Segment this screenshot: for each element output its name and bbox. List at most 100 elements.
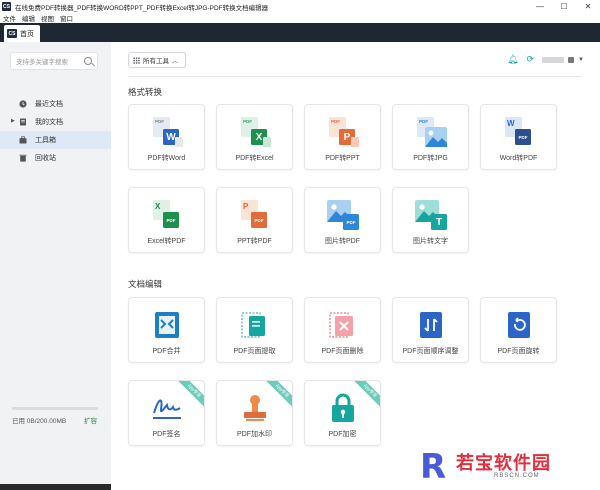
ppt-to-pdf-icon: P PDF xyxy=(237,198,273,232)
maximize-button[interactable]: ☐ xyxy=(552,0,576,13)
search-icon[interactable] xyxy=(84,57,92,65)
sidebar-item-trash[interactable]: 回收站 xyxy=(0,149,111,167)
close-button[interactable]: ✕ xyxy=(576,0,600,13)
all-tools-label: 所有工具 xyxy=(143,58,169,65)
sidebar-item-label: 我的文档 xyxy=(35,119,63,126)
sync-icon[interactable]: ⟳ xyxy=(527,54,535,65)
card-label: Excel转PDF xyxy=(147,238,186,245)
menu-view[interactable]: 视图 xyxy=(41,13,54,23)
lock-icon xyxy=(325,391,361,425)
image-to-text-icon: T xyxy=(413,198,449,232)
bottom-bar xyxy=(0,484,111,490)
toolbar-divider xyxy=(128,76,582,77)
cloud-status-icon[interactable] xyxy=(542,56,565,63)
tool-card-word-to-pdf[interactable]: W PDF Word转PDF xyxy=(480,104,557,170)
all-tools-dropdown[interactable]: 所有工具 ︿ xyxy=(128,52,186,68)
grid-icon xyxy=(133,56,140,64)
card-label: PDF签名 xyxy=(152,431,181,438)
pdf-to-jpg-icon: PDF xyxy=(413,115,449,149)
tool-card-pdf-encrypt[interactable]: App专享 PDF加密 xyxy=(304,380,381,446)
card-label: PDF转PPT xyxy=(325,155,360,162)
avatar[interactable] xyxy=(568,56,575,63)
tool-card-pdf-rotate[interactable]: PDF页面旋转 xyxy=(480,297,557,363)
tab-label: 首页 xyxy=(20,30,34,38)
card-label: PDF转JPG xyxy=(413,155,448,162)
sidebar-item-my-docs[interactable]: ▶ 我的文档 xyxy=(0,113,111,131)
card-label: PDF转Excel xyxy=(235,155,274,162)
app-logo: CS xyxy=(2,2,11,11)
menu-edit[interactable]: 编辑 xyxy=(22,13,35,23)
tool-card-pdf-merge[interactable]: PDF合并 xyxy=(128,297,205,363)
expand-caret-icon[interactable]: ▶ xyxy=(11,118,15,124)
menu-file[interactable]: 文件 xyxy=(3,13,16,23)
card-label: Word转PDF xyxy=(499,155,538,162)
bell-icon[interactable]: 🔔︎ xyxy=(507,54,518,65)
tool-card-image-to-text[interactable]: T 图片转文字 xyxy=(392,187,469,253)
tool-card-pdf-delete-page[interactable]: PDF页面删除 xyxy=(304,297,381,363)
card-label: PDF页面删除 xyxy=(321,348,364,355)
tool-card-image-to-pdf[interactable]: PDF 图片转PDF xyxy=(304,187,381,253)
tool-card-pdf-reorder[interactable]: PDF页面顺序调整 xyxy=(392,297,469,363)
tool-card-pdf-to-ppt[interactable]: PDF P PDF转PPT xyxy=(304,104,381,170)
tool-card-excel-to-pdf[interactable]: X PDF Excel转PDF xyxy=(128,187,205,253)
extract-icon xyxy=(237,308,273,342)
tool-card-pdf-to-word[interactable]: PDF W PDF转Word xyxy=(128,104,205,170)
expand-storage-link[interactable]: 扩容 xyxy=(84,415,97,425)
clock-icon xyxy=(19,100,27,108)
tool-card-pdf-to-excel[interactable]: PDF X PDF转Excel xyxy=(216,104,293,170)
tool-card-pdf-watermark[interactable]: App专享 PDF加水印 xyxy=(216,380,293,446)
storage-progress-bar xyxy=(12,407,98,410)
card-label: 图片转文字 xyxy=(413,238,448,245)
watermark-url: RBSCN.COM xyxy=(494,473,540,479)
search-placeholder: 支持多关键字搜索 xyxy=(16,59,68,66)
menu-window[interactable]: 窗口 xyxy=(60,13,73,23)
section-title-convert: 格式转换 xyxy=(128,87,163,97)
card-label: PDF加水印 xyxy=(237,431,272,438)
excel-to-pdf-icon: X PDF xyxy=(149,198,185,232)
delete-page-icon xyxy=(325,308,361,342)
pdf-to-ppt-icon: PDF P xyxy=(325,115,361,149)
chevron-down-icon[interactable]: ▼ xyxy=(578,57,584,63)
card-label: PDF页面顺序调整 xyxy=(402,348,459,355)
chevron-up-icon: ︿ xyxy=(172,58,179,65)
tool-card-pdf-extract[interactable]: PDF页面提取 xyxy=(216,297,293,363)
signature-icon xyxy=(149,391,185,425)
card-label: 图片转PDF xyxy=(325,238,360,245)
trash-icon xyxy=(19,154,27,162)
sidebar-item-label: 工具箱 xyxy=(35,137,56,144)
tool-card-pdf-to-jpg[interactable]: PDF PDF转JPG xyxy=(392,104,469,170)
sidebar-item-label: 回收站 xyxy=(35,155,56,162)
toolbar-icons: 🔔︎ ⟳ ▼ xyxy=(499,54,584,65)
tool-card-pdf-signature[interactable]: App专享 PDF签名 xyxy=(128,380,205,446)
sidebar-item-toolbox[interactable]: 工具箱 xyxy=(0,131,111,149)
card-label: PDF转Word xyxy=(147,155,186,162)
rotate-icon xyxy=(501,308,537,342)
document-icon xyxy=(20,118,26,126)
pdf-to-excel-icon: PDF X xyxy=(237,115,273,149)
minimize-button[interactable]: — xyxy=(528,0,552,13)
card-label: PDF合并 xyxy=(152,348,181,355)
image-to-pdf-icon: PDF xyxy=(325,198,361,232)
window-title: 在线免费PDF转换器_PDF转换WORD转PPT_PDF转换Excel转JPG-… xyxy=(15,4,269,12)
pdf-to-word-icon: PDF W xyxy=(149,115,185,149)
toolbox-icon xyxy=(19,136,27,144)
storage-used-text: 已用 0B/200.00MB xyxy=(12,418,67,425)
watermark-stamp-icon xyxy=(237,391,273,425)
search-input[interactable]: 支持多关键字搜索 xyxy=(10,52,98,70)
title-bar: CS 在线免费PDF转换器_PDF转换WORD转PPT_PDF转换Excel转J… xyxy=(0,0,600,13)
tab-logo: CS xyxy=(7,29,17,38)
card-label: PDF页面旋转 xyxy=(497,348,540,355)
card-label: PPT转PDF xyxy=(237,238,272,245)
tool-card-ppt-to-pdf[interactable]: P PDF PPT转PDF xyxy=(216,187,293,253)
site-watermark: R 若宝软件园 RBSCN.COM xyxy=(408,443,600,490)
card-label: PDF加密 xyxy=(328,431,357,438)
tab-home[interactable]: CS 首页 xyxy=(4,25,40,42)
word-to-pdf-icon: W PDF xyxy=(501,115,537,149)
sidebar-item-recent[interactable]: 最近文档 xyxy=(0,95,111,113)
watermark-logo-letter: R xyxy=(420,447,447,487)
reorder-icon xyxy=(413,308,449,342)
card-label: PDF页面提取 xyxy=(233,348,276,355)
window-controls: — ☐ ✕ xyxy=(528,0,600,13)
tab-bar: CS 首页 xyxy=(0,23,600,42)
sidebar-item-label: 最近文档 xyxy=(35,101,63,108)
